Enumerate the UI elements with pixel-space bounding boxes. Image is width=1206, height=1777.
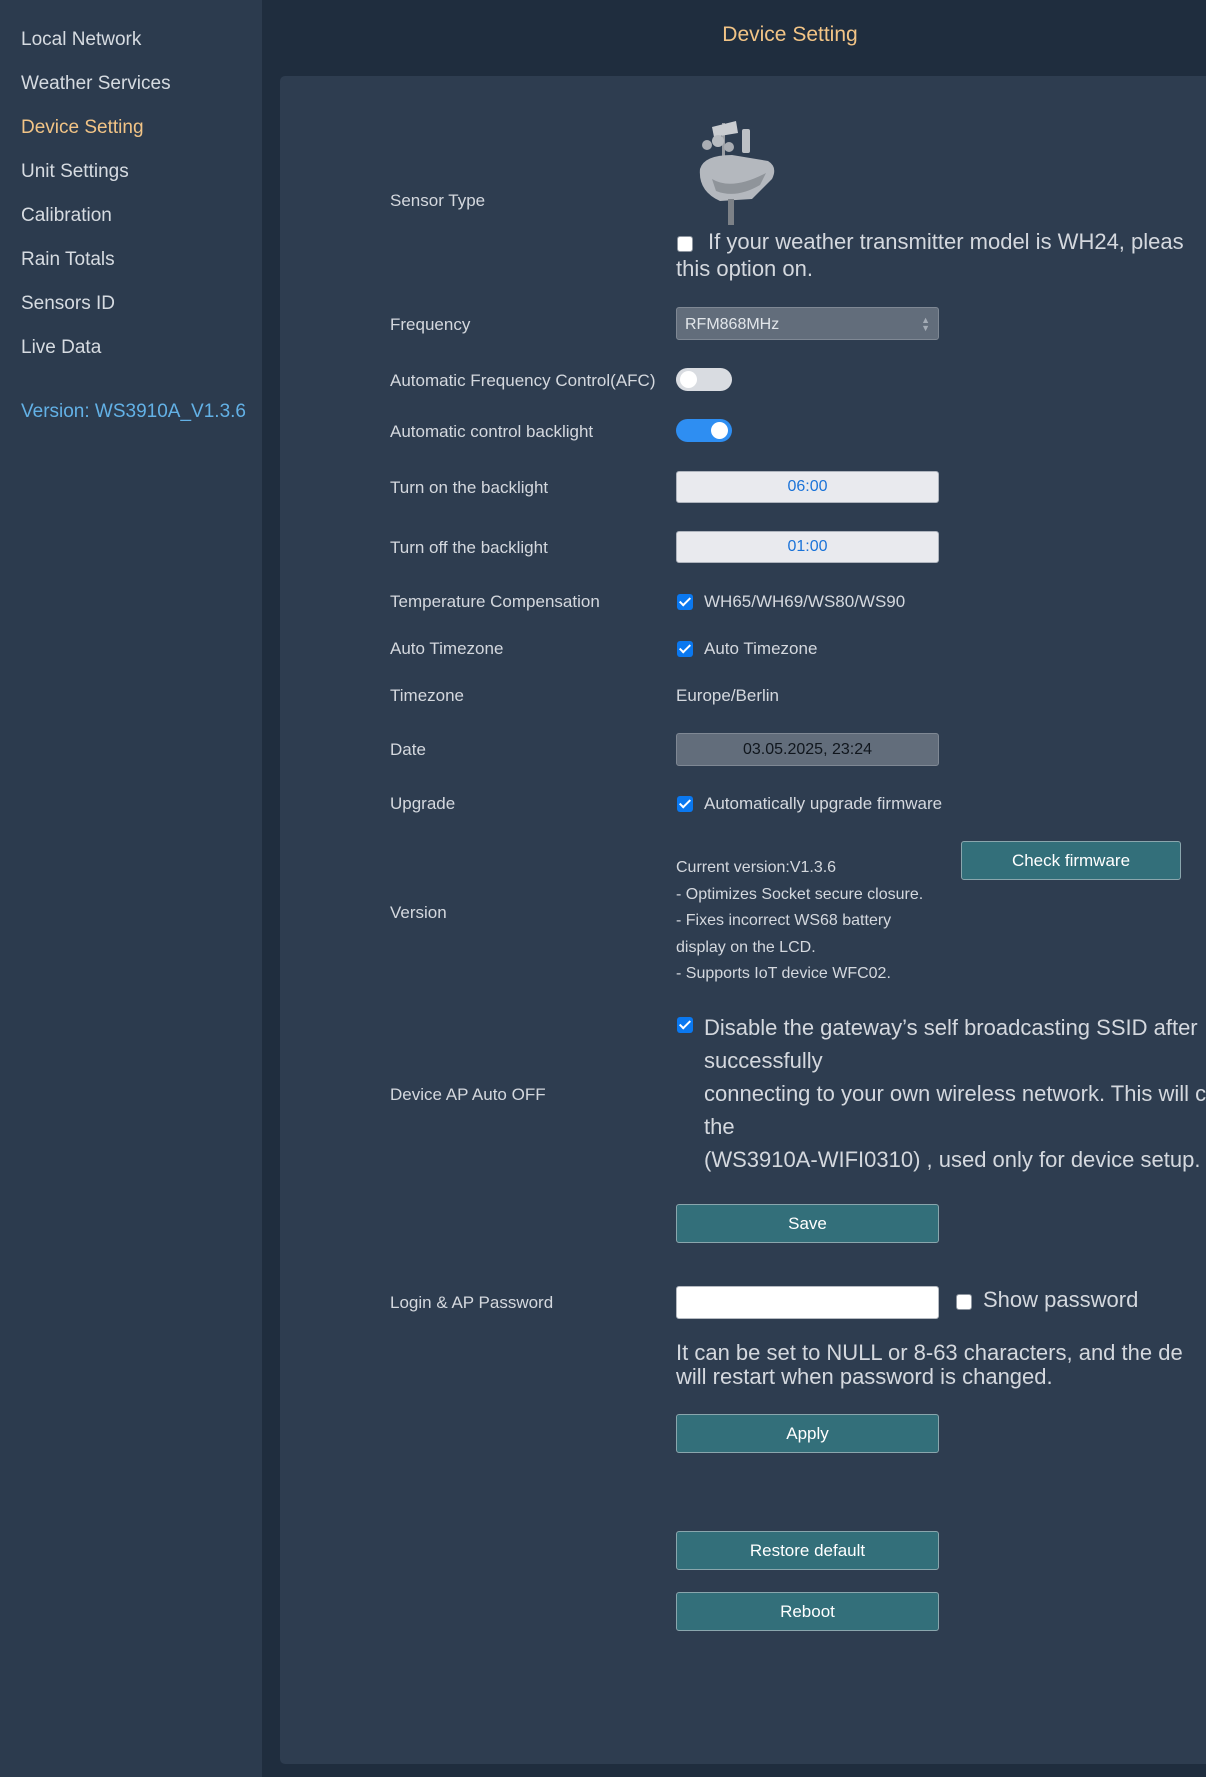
frequency-select[interactable]: RFM868MHz ▲ ▼ [676, 307, 939, 340]
page-title: Device Setting [722, 23, 858, 46]
toggle-knob [711, 422, 728, 439]
version-note-line: Current version:V1.3.6 [676, 859, 837, 876]
restore-default-button[interactable]: Restore default [676, 1531, 939, 1570]
frequency-selected-value: RFM868MHz [685, 316, 780, 333]
backlight-off-label: Turn off the backlight [390, 538, 548, 557]
password-hint: It can be set to NULL or 8-63 characters… [676, 1340, 1183, 1365]
select-arrows-icon: ▲ ▼ [921, 315, 930, 333]
backlight-on-label: Turn on the backlight [390, 478, 549, 497]
firmware-version-label: Version: WS3910A_V1.3.6 [21, 401, 246, 422]
password-input[interactable] [676, 1286, 939, 1319]
afc-label: Automatic Frequency Control(AFC) [390, 371, 656, 390]
password-label: Login & AP Password [390, 1293, 554, 1312]
sidebar-item-live-data[interactable]: Live Data [21, 337, 101, 359]
ap-auto-off-text: (WS3910A-WIFI0310) , used only for devic… [704, 1147, 1201, 1172]
password-hint-cont: will restart when password is changed. [676, 1364, 1053, 1389]
check-firmware-button[interactable]: Check firmware [961, 841, 1181, 880]
sidebar-item-sensors-id[interactable]: Sensors ID [21, 293, 115, 315]
sidebar-item-local-network[interactable]: Local Network [21, 29, 141, 51]
wh24-checkbox[interactable] [677, 236, 693, 252]
version-note-line: - Fixes incorrect WS68 battery [676, 912, 892, 929]
show-password-label: Show password [983, 1287, 1139, 1312]
sidebar: Local Network Weather Services Device Se… [0, 0, 262, 1777]
timezone-value: Europe/Berlin [676, 686, 780, 705]
auto-timezone-option: Auto Timezone [704, 639, 818, 658]
weather-station-sensor-icon [699, 121, 775, 225]
sidebar-item-calibration[interactable]: Calibration [21, 205, 112, 227]
temp-compensation-checkbox[interactable] [677, 594, 693, 610]
temp-compensation-label: Temperature Compensation [390, 592, 600, 611]
frequency-label: Frequency [390, 315, 471, 334]
auto-timezone-label: Auto Timezone [390, 639, 504, 658]
ap-auto-off-checkbox[interactable] [677, 1017, 693, 1033]
sidebar-item-rain-totals[interactable]: Rain Totals [21, 249, 115, 271]
version-note-line: display on the LCD. [676, 938, 816, 956]
ap-auto-off-label: Device AP Auto OFF [390, 1085, 546, 1104]
backlight-on-time-input[interactable]: 06:00 [676, 471, 939, 503]
toggle-knob [680, 371, 697, 388]
date-input[interactable]: 03.05.2025, 23:24 [676, 733, 939, 766]
backlight-off-time-input[interactable]: 01:00 [676, 531, 939, 563]
save-button[interactable]: Save [676, 1204, 939, 1243]
version-notes: Current version:V1.3.6 - Optimizes Socke… [676, 855, 923, 988]
auto-backlight-label: Automatic control backlight [390, 422, 594, 441]
version-note-line: - Optimizes Socket secure closure. [676, 885, 924, 903]
auto-upgrade-option: Automatically upgrade firmware [704, 794, 943, 813]
show-password-checkbox[interactable] [956, 1294, 972, 1310]
version-note-line: - Supports IoT device WFC02. [676, 965, 891, 982]
auto-upgrade-checkbox[interactable] [677, 796, 693, 812]
apply-button[interactable]: Apply [676, 1414, 939, 1453]
ap-auto-off-text: Disable the gateway’s self broadcasting … [704, 1015, 1198, 1040]
sidebar-item-unit-settings[interactable]: Unit Settings [21, 161, 129, 183]
temp-compensation-option: WH65/WH69/WS80/WS90 [704, 592, 906, 611]
page-header: Device Setting [262, 0, 1206, 70]
upgrade-label: Upgrade [390, 794, 456, 813]
sidebar-item-device-setting[interactable]: Device Setting [21, 117, 144, 139]
wh24-option-text-cont: this option on. [676, 256, 813, 281]
auto-backlight-toggle[interactable] [676, 419, 732, 442]
afc-toggle[interactable] [676, 368, 732, 391]
wh24-option-text: If your weather transmitter model is WH2… [708, 229, 1184, 254]
sensor-type-label: Sensor Type [390, 191, 486, 210]
ap-auto-off-text: successfully [704, 1048, 823, 1073]
date-label: Date [390, 740, 426, 759]
sidebar-item-weather-services[interactable]: Weather Services [21, 73, 171, 95]
version-label: Version [390, 903, 447, 922]
ap-auto-off-text: connecting to your own wireless network.… [704, 1081, 1206, 1106]
reboot-button[interactable]: Reboot [676, 1592, 939, 1631]
ap-auto-off-text: the [704, 1114, 735, 1139]
timezone-label: Timezone [390, 686, 465, 705]
auto-timezone-checkbox[interactable] [677, 641, 693, 657]
